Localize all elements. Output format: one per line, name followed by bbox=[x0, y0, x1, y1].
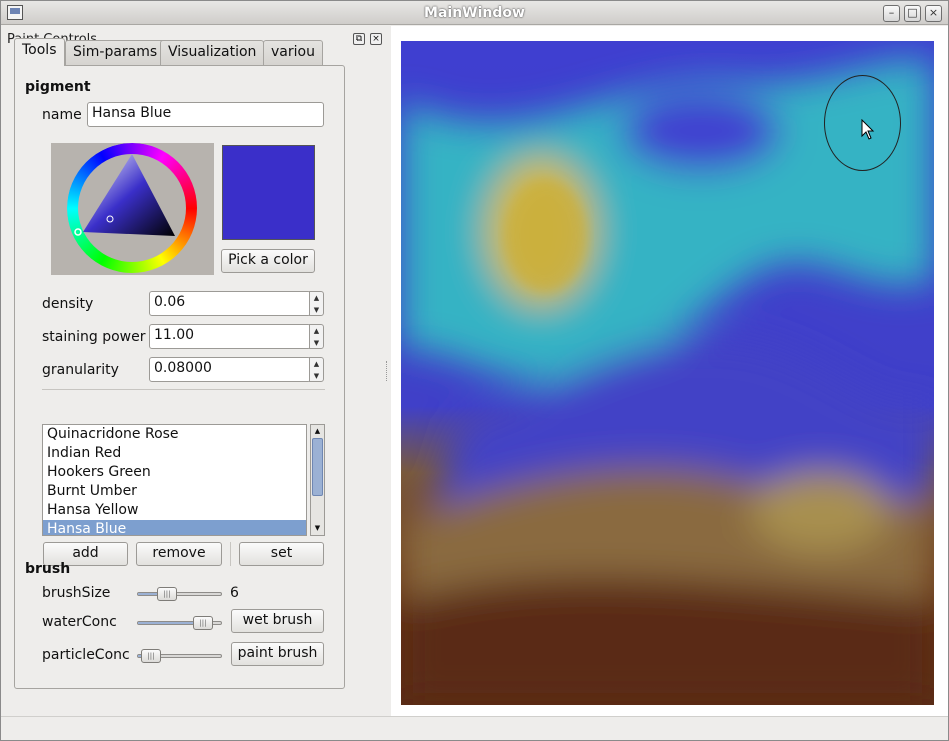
pigment-list[interactable]: Quinacridone Rose Indian Red Hookers Gre… bbox=[42, 424, 307, 536]
staining-power-spinbox[interactable]: 11.00 bbox=[149, 324, 311, 349]
minimize-button[interactable]: – bbox=[883, 5, 900, 22]
divider bbox=[230, 542, 231, 566]
tab-visualization[interactable]: Visualization bbox=[160, 40, 265, 66]
arrow-cursor-icon bbox=[861, 118, 875, 145]
status-bar bbox=[1, 716, 948, 740]
list-item[interactable]: Burnt Umber bbox=[43, 482, 306, 501]
brush-size-label: brushSize bbox=[42, 585, 111, 601]
divider bbox=[42, 389, 325, 390]
water-conc-label: waterConc bbox=[42, 614, 117, 630]
tab-tools[interactable]: Tools bbox=[14, 38, 65, 66]
particle-conc-label: particleConc bbox=[42, 647, 130, 663]
down-arrow-icon[interactable]: ▼ bbox=[310, 370, 323, 382]
density-spin-arrows[interactable]: ▲ ▼ bbox=[309, 291, 324, 316]
list-item[interactable]: Hansa Yellow bbox=[43, 501, 306, 520]
slider-handle[interactable]: ||| bbox=[141, 649, 161, 663]
dock-splitter[interactable] bbox=[386, 361, 389, 381]
wet-brush-button[interactable]: wet brush bbox=[231, 609, 324, 633]
maximize-button[interactable]: □ bbox=[904, 5, 921, 22]
paint-canvas[interactable] bbox=[401, 41, 934, 705]
close-button[interactable]: × bbox=[925, 5, 942, 22]
window-title: MainWindow bbox=[424, 5, 525, 21]
staining-power-label: staining power bbox=[42, 329, 146, 345]
down-arrow-icon[interactable]: ▼ bbox=[310, 337, 323, 349]
tools-pane: pigment name Hansa Blue Pick a color den… bbox=[14, 65, 345, 689]
slider-handle[interactable]: ||| bbox=[157, 587, 177, 601]
up-arrow-icon[interactable]: ▲ bbox=[310, 292, 323, 304]
pigment-name-input[interactable]: Hansa Blue bbox=[87, 102, 324, 127]
paint-controls-dock: Paint Controls ⧉ × Tools Sim-params Visu… bbox=[1, 26, 389, 716]
list-item[interactable]: Hookers Green bbox=[43, 463, 306, 482]
title-bar[interactable]: MainWindow – □ × bbox=[1, 1, 948, 25]
granularity-spin-arrows[interactable]: ▲ ▼ bbox=[309, 357, 324, 382]
water-conc-slider[interactable]: ||| bbox=[137, 616, 222, 630]
color-wheel[interactable] bbox=[51, 143, 214, 275]
pigment-color-swatch bbox=[222, 145, 315, 240]
staining-spin-arrows[interactable]: ▲ ▼ bbox=[309, 324, 324, 349]
particle-conc-slider[interactable]: ||| bbox=[137, 649, 222, 663]
list-scrollbar[interactable]: ▲ ▼ bbox=[310, 424, 325, 536]
density-label: density bbox=[42, 296, 94, 312]
density-spinbox[interactable]: 0.06 bbox=[149, 291, 311, 316]
brush-size-slider[interactable]: ||| bbox=[137, 587, 222, 601]
pick-color-button[interactable]: Pick a color bbox=[221, 249, 315, 273]
main-window: MainWindow – □ × Paint Controls ⧉ × Tool… bbox=[0, 0, 949, 741]
granularity-label: granularity bbox=[42, 362, 119, 378]
paint-brush-button[interactable]: paint brush bbox=[231, 642, 324, 666]
granularity-spinbox[interactable]: 0.08000 bbox=[149, 357, 311, 382]
scroll-up-icon[interactable]: ▲ bbox=[311, 425, 324, 438]
down-arrow-icon[interactable]: ▼ bbox=[310, 304, 323, 316]
slider-handle[interactable]: ||| bbox=[193, 616, 213, 630]
remove-pigment-button[interactable]: remove bbox=[136, 542, 222, 566]
dock-float-button[interactable]: ⧉ bbox=[353, 33, 365, 45]
list-item[interactable]: Indian Red bbox=[43, 444, 306, 463]
dock-close-button[interactable]: × bbox=[370, 33, 382, 45]
set-pigment-button[interactable]: set bbox=[239, 542, 324, 566]
tab-various[interactable]: variou bbox=[263, 40, 323, 66]
canvas-area bbox=[391, 26, 948, 716]
brush-section-title: brush bbox=[25, 561, 71, 577]
tab-sim-params[interactable]: Sim-params bbox=[65, 40, 166, 66]
up-arrow-icon[interactable]: ▲ bbox=[310, 358, 323, 370]
scroll-thumb[interactable] bbox=[312, 438, 323, 496]
list-item-selected[interactable]: Hansa Blue bbox=[43, 520, 306, 535]
scroll-down-icon[interactable]: ▼ bbox=[311, 522, 324, 535]
list-item[interactable]: Quinacridone Rose bbox=[43, 425, 306, 444]
up-arrow-icon[interactable]: ▲ bbox=[310, 325, 323, 337]
pigment-section-title: pigment bbox=[25, 79, 91, 95]
brush-size-value: 6 bbox=[230, 585, 239, 601]
name-label: name bbox=[42, 107, 82, 123]
